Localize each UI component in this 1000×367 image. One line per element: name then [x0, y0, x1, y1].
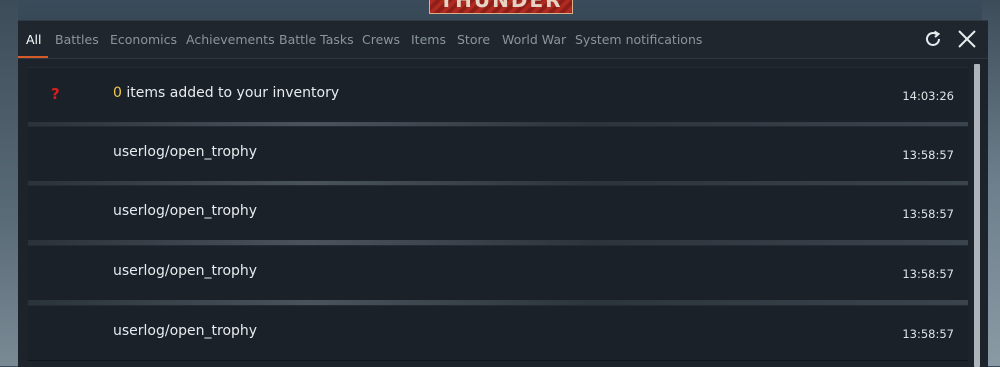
row-divider: [28, 240, 968, 245]
list-item: ? 0 items added to your inventory 14:03:…: [28, 68, 968, 122]
tab-battles[interactable]: Battles: [55, 32, 99, 47]
scrollbar-thumb[interactable]: [974, 64, 980, 367]
list-item: userlog/open_trophy 13:58:57: [28, 306, 968, 360]
entry-time: 14:03:26: [902, 89, 954, 103]
entry-time: 13:58:57: [902, 207, 954, 221]
entry-time: 13:58:57: [902, 267, 954, 281]
active-tab-indicator: [18, 56, 48, 58]
tab-world-war[interactable]: World War: [502, 32, 566, 47]
tab-achievements[interactable]: Achievements: [186, 32, 275, 47]
entry-message: userlog/open_trophy: [113, 203, 258, 219]
close-icon[interactable]: [956, 28, 978, 50]
tab-economics[interactable]: Economics: [110, 32, 177, 47]
game-logo: THUNDER: [429, 0, 573, 14]
list-item: userlog/open_trophy 13:58:57: [28, 127, 968, 181]
entry-count: 0: [113, 85, 122, 101]
entry-time: 13:58:57: [902, 148, 954, 162]
refresh-icon[interactable]: [922, 28, 944, 50]
tab-crews[interactable]: Crews: [362, 32, 400, 47]
list-item: userlog/open_trophy 13:58:57: [28, 246, 968, 300]
row-divider: [28, 300, 968, 305]
game-logo-text: THUNDER: [439, 0, 563, 12]
list-item: userlog/open_trophy 13:58:57: [28, 186, 968, 240]
tab-all[interactable]: All: [26, 32, 42, 47]
tab-store[interactable]: Store: [457, 32, 490, 47]
entry-text: items added to your inventory: [121, 85, 340, 101]
entry-time: 13:58:57: [902, 327, 954, 341]
background-left: [0, 0, 18, 366]
unknown-item-icon: ?: [51, 85, 60, 103]
entry-message: 0 items added to your inventory: [113, 85, 339, 101]
tab-bar: All Battles Economics Achievements Battl…: [18, 21, 988, 59]
entry-message: userlog/open_trophy: [113, 144, 258, 160]
tab-items[interactable]: Items: [411, 32, 446, 47]
tab-battle-tasks[interactable]: Battle Tasks: [279, 32, 354, 47]
entry-message: userlog/open_trophy: [113, 323, 258, 339]
tab-system-notifications[interactable]: System notifications: [575, 32, 702, 47]
userlog-window: All Battles Economics Achievements Battl…: [18, 20, 988, 367]
entry-message: userlog/open_trophy: [113, 263, 258, 279]
